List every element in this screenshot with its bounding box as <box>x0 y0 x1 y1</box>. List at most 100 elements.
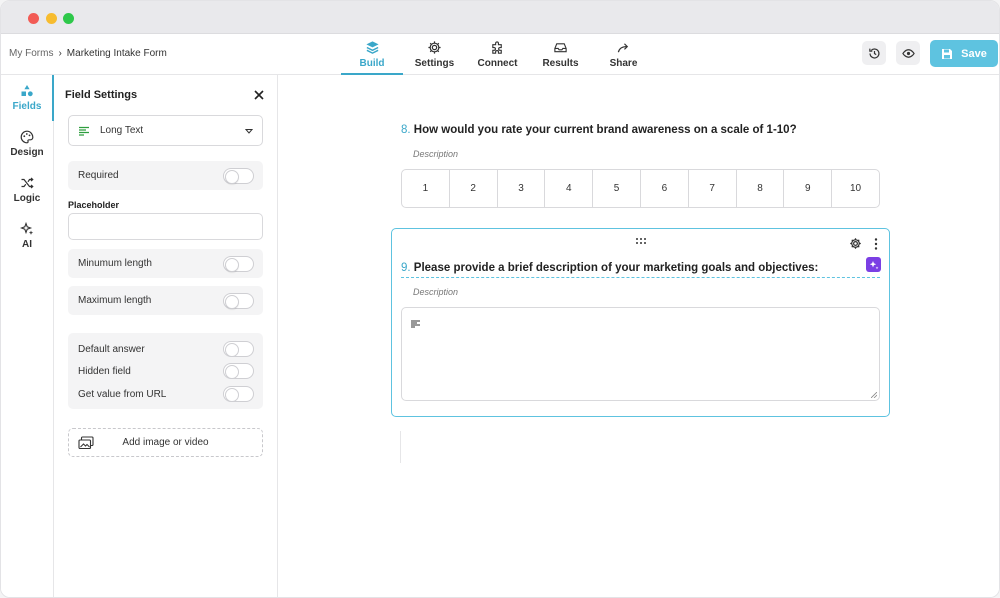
rail-item-ai-label: AI <box>22 239 32 250</box>
breadcrumb-root-link[interactable]: My Forms <box>9 48 53 59</box>
gear-icon <box>428 41 441 54</box>
history-button[interactable] <box>862 41 886 65</box>
floppy-disk-icon <box>942 48 953 59</box>
field-type-select[interactable]: Long Text <box>68 115 263 146</box>
max-length-row: Maximum length <box>68 286 263 315</box>
scale-option[interactable]: 3 <box>498 170 546 207</box>
puzzle-icon <box>492 41 502 54</box>
form-canvas: 8. How would you rate your current brand… <box>279 75 999 597</box>
question-9-text: Please provide a brief description of yo… <box>413 262 819 274</box>
chevron-down-icon <box>245 129 253 134</box>
long-text-icon <box>411 320 420 328</box>
shuffle-icon <box>21 177 34 189</box>
question-8-text: How would you rate your current brand aw… <box>413 124 797 136</box>
sparkles-icon <box>20 222 34 235</box>
maximize-window-button[interactable] <box>63 13 74 24</box>
app-window: My Forms › Marketing Intake Form Build S… <box>0 0 1000 598</box>
add-media-button[interactable]: Add image or video <box>68 428 263 457</box>
rail-item-design[interactable]: Design <box>1 121 53 167</box>
tab-settings[interactable]: Settings <box>403 34 466 75</box>
tab-share-label: Share <box>609 58 638 69</box>
scale-option[interactable]: 9 <box>784 170 833 207</box>
sparkles-icon <box>869 260 878 269</box>
tab-settings-label: Settings <box>414 58 455 69</box>
default-answer-toggle[interactable] <box>223 341 254 357</box>
question-8-description[interactable]: Description <box>413 149 458 159</box>
required-label: Required <box>78 170 119 181</box>
tab-build-label: Build <box>359 58 385 69</box>
save-button-label: Save <box>961 47 987 60</box>
breadcrumb-current: Marketing Intake Form <box>66 48 167 59</box>
question-9-title[interactable]: 9. Please provide a brief description of… <box>401 262 818 274</box>
tab-results[interactable]: Results <box>529 34 592 75</box>
scale-option[interactable]: 5 <box>593 170 641 207</box>
question-8-title[interactable]: 8. How would you rate your current brand… <box>401 124 797 136</box>
tab-results-label: Results <box>542 58 579 69</box>
question-9-card[interactable]: 9. Please provide a brief description of… <box>391 228 890 417</box>
drag-handle-icon[interactable] <box>635 237 647 245</box>
layers-icon <box>365 41 379 54</box>
breadcrumb: My Forms › Marketing Intake Form <box>9 48 167 59</box>
url-value-toggle[interactable] <box>223 386 254 402</box>
close-icon[interactable] <box>253 89 265 101</box>
save-button[interactable]: Save <box>930 40 998 67</box>
scale-option[interactable]: 10 <box>832 170 879 207</box>
url-value-label: Get value from URL <box>78 389 167 400</box>
required-toggle[interactable] <box>223 167 254 184</box>
tab-build[interactable]: Build <box>341 34 403 75</box>
image-video-icon <box>78 436 94 450</box>
preview-button[interactable] <box>896 41 920 65</box>
scale-option[interactable]: 6 <box>641 170 689 207</box>
minimize-window-button[interactable] <box>46 13 57 24</box>
more-options-icon[interactable] <box>874 238 878 250</box>
gear-icon[interactable] <box>849 237 862 250</box>
resize-handle-icon[interactable] <box>871 392 877 398</box>
max-length-toggle[interactable] <box>223 292 254 309</box>
placeholder-label: Placeholder <box>68 200 120 210</box>
long-text-icon <box>79 126 89 136</box>
min-length-toggle[interactable] <box>223 255 254 272</box>
history-icon <box>868 47 880 59</box>
scale-option[interactable]: 1 <box>402 170 450 207</box>
tab-connect[interactable]: Connect <box>466 34 529 75</box>
rail-item-logic[interactable]: Logic <box>1 167 53 213</box>
field-type-value: Long Text <box>100 125 144 136</box>
add-media-label: Add image or video <box>122 437 209 448</box>
scale-option[interactable]: 8 <box>737 170 785 207</box>
min-length-row: Minumum length <box>68 249 263 278</box>
eye-icon <box>901 48 915 58</box>
field-settings-title: Field Settings <box>65 89 138 101</box>
left-rail: Fields Design Logic AI <box>1 75 54 597</box>
rail-item-fields[interactable]: Fields <box>1 75 54 121</box>
top-bar: My Forms › Marketing Intake Form Build S… <box>1 34 999 75</box>
tab-connect-label: Connect <box>477 58 518 69</box>
scale-option[interactable]: 7 <box>689 170 737 207</box>
inbox-icon <box>554 43 567 53</box>
scale-option[interactable]: 2 <box>450 170 498 207</box>
hidden-field-toggle[interactable] <box>223 363 254 379</box>
default-answer-label: Default answer <box>78 344 145 355</box>
tab-share[interactable]: Share <box>592 34 655 75</box>
placeholder-input[interactable] <box>68 213 263 240</box>
min-length-label: Minumum length <box>78 258 152 269</box>
insert-marker <box>400 431 401 463</box>
scale-option[interactable]: 4 <box>545 170 594 207</box>
share-arrow-icon <box>617 43 629 53</box>
rail-item-fields-label: Fields <box>12 101 42 112</box>
title-bar <box>1 1 999 34</box>
rail-item-design-label: Design <box>10 147 44 158</box>
ai-assist-button[interactable] <box>866 257 881 272</box>
max-length-label: Maximum length <box>78 295 152 306</box>
long-text-answer-area[interactable] <box>401 307 880 401</box>
question-9-description[interactable]: Description <box>413 287 458 297</box>
rating-scale: 1 2 3 4 5 6 7 8 9 10 <box>401 169 880 208</box>
main-tabs: Build Settings Connect Results Share <box>341 34 655 75</box>
hidden-field-label: Hidden field <box>78 366 131 377</box>
close-window-button[interactable] <box>28 13 39 24</box>
breadcrumb-separator: › <box>58 48 62 59</box>
rail-item-ai[interactable]: AI <box>1 213 53 259</box>
title-underline <box>401 277 880 278</box>
advanced-options-group: Default answer Hidden field Get value fr… <box>68 333 263 409</box>
question-8-number: 8. <box>401 124 411 136</box>
rail-item-logic-label: Logic <box>13 193 41 204</box>
